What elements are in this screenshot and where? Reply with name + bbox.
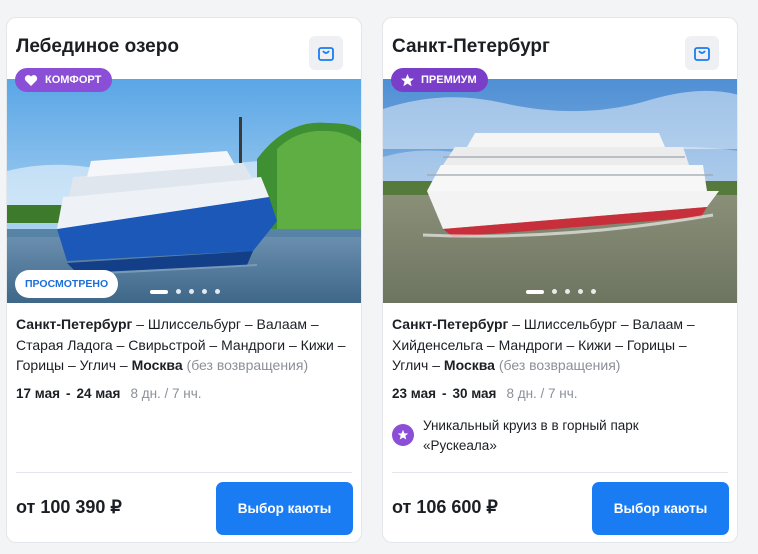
carousel-dot[interactable]	[552, 289, 557, 294]
route-start: Санкт-Петербург	[392, 316, 509, 332]
badge-label: КОМФОРТ	[45, 74, 102, 86]
date-sep: -	[441, 386, 447, 401]
duration: 8 дн. / 7 нч.	[506, 386, 578, 401]
select-cabin-button[interactable]: Выбор каюты	[216, 482, 353, 535]
carousel-dot[interactable]	[578, 289, 583, 294]
comfort-badge: КОМФОРТ	[15, 68, 113, 92]
cruise-dates: 23 мая - 30 мая 8 дн. / 7 нч.	[392, 386, 578, 401]
premium-badge: ПРЕМИУМ	[391, 68, 488, 92]
heart-icon	[23, 72, 39, 88]
date-from: 23 мая	[392, 386, 436, 401]
price: от 106 600 ₽	[392, 497, 498, 517]
divider	[392, 472, 728, 473]
date-sep: -	[65, 386, 71, 401]
select-cabin-button[interactable]: Выбор каюты	[592, 482, 729, 535]
carousel-dot[interactable]	[150, 289, 168, 294]
card-title: Санкт-Петербург	[392, 36, 550, 57]
route-note: (без возвращения)	[498, 357, 621, 373]
feature-text: Уникальный круиз в в горный парк «Рускеа…	[423, 418, 639, 453]
cruise-photo[interactable]	[383, 79, 737, 303]
date-to: 30 мая	[452, 386, 497, 401]
cruise-photo[interactable]: ПРОСМОТРЕНО	[7, 79, 361, 303]
route-text: Санкт-Петербург – Шлиссельбург – Валаам …	[392, 314, 722, 376]
carousel-dot[interactable]	[215, 289, 220, 294]
carousel-dot[interactable]	[565, 289, 570, 294]
card-title: Лебединое озеро	[16, 36, 179, 57]
cruise-card[interactable]: Лебединое озеро КОМФОРТ ПРОСМОТРЕНО Санк…	[6, 17, 362, 543]
star-icon	[399, 72, 415, 88]
carousel-dot[interactable]	[591, 289, 596, 294]
favorite-button[interactable]	[685, 36, 719, 70]
date-to: 24 мая	[76, 386, 121, 401]
price: от 100 390 ₽	[16, 497, 122, 517]
route-text: Санкт-Петербург – Шлиссельбург – Валаам …	[16, 314, 346, 376]
carousel-dot[interactable]	[176, 289, 181, 294]
route-note: (без возвращения)	[186, 357, 309, 373]
carousel-dot[interactable]	[526, 289, 544, 294]
favorite-button[interactable]	[309, 36, 343, 70]
route-start: Санкт-Петербург	[16, 316, 133, 332]
badge-label: ПРЕМИУМ	[421, 74, 477, 86]
carousel-dot[interactable]	[189, 289, 194, 294]
date-from: 17 мая	[16, 386, 60, 401]
feature-item: Уникальный круиз в в горный парк «Рускеа…	[392, 416, 712, 456]
bag-icon	[318, 47, 334, 61]
bag-icon	[694, 47, 710, 61]
route-end: Москва	[443, 357, 495, 373]
cruise-dates: 17 мая - 24 мая 8 дн. / 7 нч.	[16, 386, 202, 401]
duration: 8 дн. / 7 нч.	[130, 386, 202, 401]
carousel-dots[interactable]	[383, 289, 737, 294]
star-icon	[392, 424, 414, 446]
divider	[16, 472, 352, 473]
carousel-dots[interactable]	[7, 289, 361, 294]
carousel-dot[interactable]	[202, 289, 207, 294]
route-end: Москва	[131, 357, 183, 373]
cruise-card[interactable]: Санкт-Петербург ПРЕМИУМ Санкт-Петербург …	[382, 17, 738, 543]
